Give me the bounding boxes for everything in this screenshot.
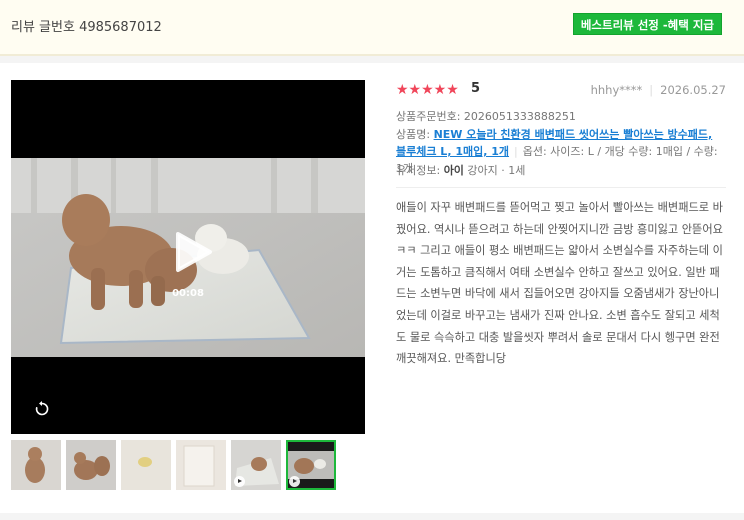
video-indicator-icon [289, 476, 300, 487]
media-thumbnail-strip [11, 440, 341, 490]
author-id: hhhy**** [590, 83, 643, 97]
thumbnail-3[interactable] [121, 440, 171, 490]
thumbnail-1[interactable] [11, 440, 61, 490]
review-number: 리뷰 글번호 4985687012 [11, 20, 162, 35]
section-divider [396, 187, 726, 188]
footer-strip [0, 513, 744, 520]
play-icon[interactable] [170, 230, 214, 274]
product-label: 상품명: [396, 128, 434, 141]
review-date: 2026.05.27 [660, 83, 726, 97]
star-rating-icon: ★★★★★ [396, 82, 459, 98]
review-meta: hhhy**** | 2026.05.27 [591, 83, 726, 97]
rating-score: 5 [471, 81, 481, 96]
user-info-label: 유저정보: [396, 164, 444, 177]
review-content: 애들이 자꾸 배변패드를 뜯어먹고 찢고 놀아서 빨아쓰는 배변패드로 바꿨어요… [396, 201, 723, 366]
replay-icon[interactable] [33, 400, 51, 418]
review-header: 리뷰 글번호 4985687012 베스트리뷰 선정 -혜택 지급 [0, 0, 744, 56]
thumbnail-image [121, 440, 171, 490]
pet-info: 강아지 · 1세 [463, 164, 526, 177]
review-card: 00:08 ★★★★★ 5 hhhy**** | 2026.05.27 상품주문… [0, 63, 744, 513]
video-duration: 00:08 [172, 288, 204, 299]
video-indicator-icon [234, 476, 245, 487]
video-player[interactable]: 00:08 [11, 80, 365, 434]
user-info: 유저정보: 아이 강아지 · 1세 [396, 162, 525, 178]
thumbnail-5[interactable] [231, 440, 281, 490]
thumbnail-image [66, 440, 116, 490]
best-review-badge: 베스트리뷰 선정 -혜택 지급 [572, 13, 722, 35]
thumbnail-4[interactable] [176, 440, 226, 490]
thumbnail-image [176, 440, 226, 490]
divider: | [514, 145, 518, 158]
thumbnail-image [11, 440, 61, 490]
order-number: 상품주문번호: 2026051333888251 [396, 110, 576, 123]
divider: | [649, 83, 654, 97]
pet-name: 아이 [443, 164, 464, 177]
thumbnail-6-active[interactable] [286, 440, 336, 490]
thumbnail-2[interactable] [66, 440, 116, 490]
